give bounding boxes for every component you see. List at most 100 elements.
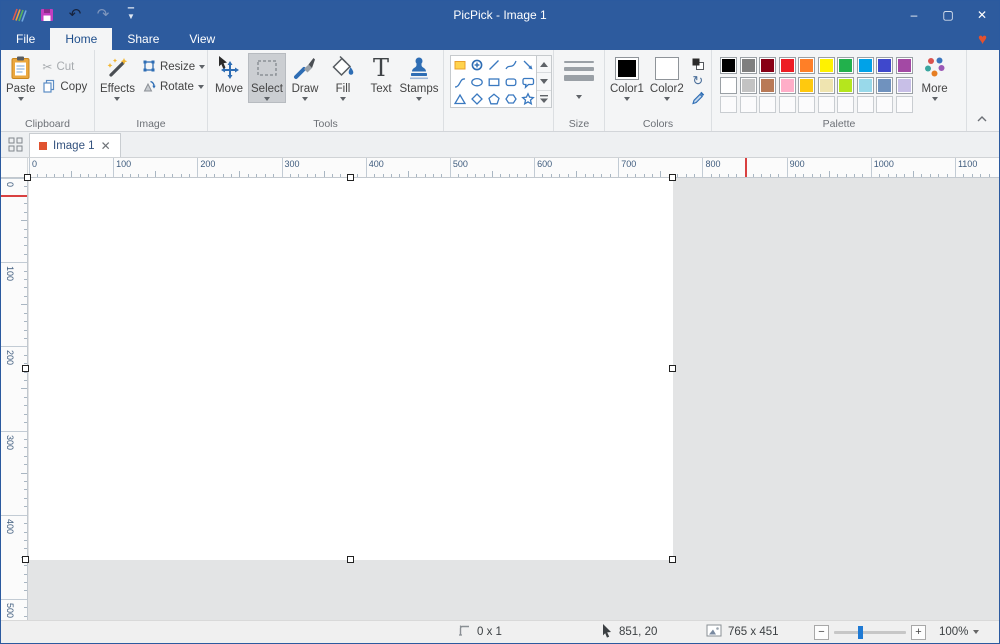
redo-icon[interactable]: ↷: [95, 7, 111, 23]
fill-icon: [330, 55, 356, 81]
text-button[interactable]: TText: [362, 53, 400, 103]
shape-line-icon[interactable]: [485, 56, 502, 73]
size-button[interactable]: [556, 61, 602, 99]
zoom-slider-thumb[interactable]: [858, 626, 863, 639]
palette-swatch-7092be[interactable]: [876, 77, 893, 94]
palette-empty-swatch[interactable]: [837, 96, 854, 113]
select-button[interactable]: Select: [248, 53, 286, 103]
move-button[interactable]: Move: [210, 53, 248, 103]
menu-tab-home[interactable]: Home: [50, 28, 112, 50]
selection-handle[interactable]: [669, 365, 676, 372]
heart-icon[interactable]: ♥: [978, 32, 987, 47]
palette-swatch-ffffff[interactable]: [720, 77, 737, 94]
palette-empty-swatch[interactable]: [896, 96, 913, 113]
save-icon[interactable]: [39, 7, 55, 23]
eyedropper-icon[interactable]: [690, 90, 706, 105]
selection-handle[interactable]: [669, 174, 676, 181]
zoom-in-button[interactable]: +: [911, 625, 926, 640]
paste-button[interactable]: Paste: [3, 53, 38, 103]
palette-swatch-00a2e8[interactable]: [857, 57, 874, 74]
palette-swatch-3f48cc[interactable]: [876, 57, 893, 74]
palette-empty-swatch[interactable]: [818, 96, 835, 113]
collapse-ribbon-icon[interactable]: [977, 113, 987, 125]
shape-diamond-icon[interactable]: [468, 90, 485, 107]
color2-button[interactable]: Color2: [647, 53, 687, 103]
zoom-out-button[interactable]: −: [814, 625, 829, 640]
window-grid-icon[interactable]: [1, 132, 29, 157]
shape-rounded-rectangle-icon[interactable]: [502, 73, 519, 90]
status-bar: 0 x 1 851, 20 765 x 451 −: [1, 620, 999, 643]
palette-swatch-b5e61d[interactable]: [837, 77, 854, 94]
resize-button[interactable]: Resize: [138, 57, 209, 77]
rotate-button[interactable]: Rotate: [138, 77, 209, 97]
palette-swatch-ffaec8[interactable]: [779, 77, 796, 94]
clipboard-group: Paste ✂ Cut Copy Cli: [1, 50, 95, 131]
palette-swatch-22b14c[interactable]: [837, 57, 854, 74]
palette-swatch-ffc90e[interactable]: [798, 77, 815, 94]
menu-tab-share[interactable]: Share: [112, 28, 174, 50]
shape-curve-icon[interactable]: [502, 56, 519, 73]
palette-empty-swatch[interactable]: [740, 96, 757, 113]
effects-button[interactable]: Effects: [97, 53, 138, 103]
selection-handle[interactable]: [24, 174, 31, 181]
fill-button[interactable]: Fill: [324, 53, 362, 103]
selection-handle[interactable]: [22, 556, 29, 563]
palette-swatch-99d9ea[interactable]: [857, 77, 874, 94]
close-button[interactable]: ✕: [965, 1, 999, 28]
maximize-button[interactable]: ▢: [931, 1, 965, 28]
zoom-dropdown-icon[interactable]: [973, 630, 979, 634]
palette-swatch-7f7f7f[interactable]: [740, 57, 757, 74]
palette-empty-swatch[interactable]: [759, 96, 776, 113]
palette-empty-swatch[interactable]: [876, 96, 893, 113]
shape-highlight-icon[interactable]: [451, 56, 468, 73]
customize-quick-access-icon[interactable]: ▔▼: [123, 7, 139, 23]
cut-button[interactable]: ✂ Cut: [38, 57, 91, 77]
selection-handle[interactable]: [347, 174, 354, 181]
palette-empty-swatch[interactable]: [857, 96, 874, 113]
canvas[interactable]: [29, 178, 673, 560]
palette-swatch-ff7f27[interactable]: [798, 57, 815, 74]
swap-colors-icon[interactable]: [690, 56, 706, 71]
shape-star-icon[interactable]: [519, 90, 536, 107]
shape-rectangle-icon[interactable]: [485, 73, 502, 90]
gallery-scroll-down-icon[interactable]: [537, 73, 551, 90]
palette-swatch-b97a57[interactable]: [759, 77, 776, 94]
shape-magnifier-icon[interactable]: [468, 56, 485, 73]
palette-swatch-880015[interactable]: [759, 57, 776, 74]
selection-handle[interactable]: [669, 556, 676, 563]
palette-swatch-fff200[interactable]: [818, 57, 835, 74]
palette-swatch-000000[interactable]: [720, 57, 737, 74]
shape-arrow-icon[interactable]: [519, 56, 536, 73]
zoom-slider[interactable]: [834, 631, 906, 634]
gallery-more-icon[interactable]: [537, 91, 551, 107]
palette-empty-swatch[interactable]: [720, 96, 737, 113]
menu-tab-file[interactable]: File: [1, 28, 50, 50]
reset-colors-icon[interactable]: ↻: [690, 73, 706, 88]
minimize-button[interactable]: –: [897, 1, 931, 28]
more-colors-button[interactable]: More: [919, 53, 951, 103]
palette-swatch-c8bfe7[interactable]: [896, 77, 913, 94]
palette-empty-swatch[interactable]: [798, 96, 815, 113]
palette-empty-swatch[interactable]: [779, 96, 796, 113]
selection-handle[interactable]: [347, 556, 354, 563]
palette-swatch-c3c3c3[interactable]: [740, 77, 757, 94]
shape-pentagon-icon[interactable]: [485, 90, 502, 107]
shape-triangle-icon[interactable]: [451, 90, 468, 107]
shape-speech-bubble-icon[interactable]: [519, 73, 536, 90]
menu-tab-view[interactable]: View: [174, 28, 230, 50]
palette-swatch-efe4b0[interactable]: [818, 77, 835, 94]
gallery-scroll-up-icon[interactable]: [537, 56, 551, 73]
color1-button[interactable]: Color1: [607, 53, 647, 103]
shape-hexagon-icon[interactable]: [502, 90, 519, 107]
copy-button[interactable]: Copy: [38, 77, 91, 97]
selection-handle[interactable]: [22, 365, 29, 372]
document-tab-image1[interactable]: Image 1 ✕: [29, 133, 121, 157]
undo-icon[interactable]: ↶: [67, 7, 83, 23]
palette-swatch-ed1c24[interactable]: [779, 57, 796, 74]
palette-swatch-a349a4[interactable]: [896, 57, 913, 74]
tab-close-icon[interactable]: ✕: [101, 140, 111, 152]
shape-ellipse-icon[interactable]: [468, 73, 485, 90]
draw-button[interactable]: Draw: [286, 53, 324, 103]
shape-connector-icon[interactable]: [451, 73, 468, 90]
stamps-button[interactable]: Stamps: [400, 53, 438, 103]
